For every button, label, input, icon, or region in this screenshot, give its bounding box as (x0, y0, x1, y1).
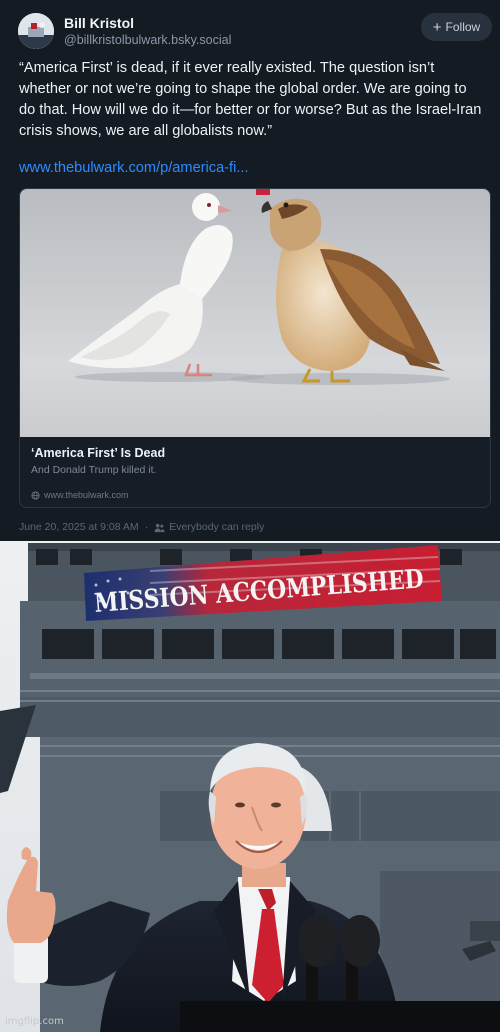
follow-button[interactable]: + Follow (421, 13, 492, 41)
plus-icon: + (432, 18, 442, 36)
follow-label: Follow (445, 20, 481, 34)
card-title[interactable]: ‘America First’ Is Dead (31, 446, 165, 460)
card-description: And Donald Trump killed it. (31, 464, 157, 476)
link-preview-card[interactable]: ‘America First’ Is Dead And Donald Trump… (19, 188, 491, 508)
post-meta: June 20, 2025 at 9:08 AM · Everybody can… (19, 521, 265, 533)
imgflip-watermark: imgflip.com (5, 1016, 64, 1027)
social-post: Bill Kristol @billkristolbulwark.bsky.so… (0, 0, 500, 541)
author-name[interactable]: Bill Kristol (64, 15, 134, 31)
avatar[interactable] (18, 13, 54, 49)
card-domain: www.thebulwark.com (31, 490, 129, 500)
post-link[interactable]: www.thebulwark.com/p/america-fi... (19, 160, 249, 176)
post-body-text: “America First’ is dead, if it ever real… (19, 60, 482, 139)
meme-photo: MISSION ACCOMPLISHED (0, 541, 500, 1032)
timestamp[interactable]: June 20, 2025 at 9:08 AM (19, 521, 139, 533)
globe-icon (31, 490, 40, 500)
reply-setting: Everybody can reply (154, 521, 264, 533)
card-domain-text: www.thebulwark.com (44, 490, 129, 500)
card-image-dove-and-hawk (20, 189, 490, 437)
people-icon (154, 523, 165, 532)
reply-setting-text: Everybody can reply (169, 521, 265, 533)
author-handle[interactable]: @billkristolbulwark.bsky.social (64, 33, 231, 47)
